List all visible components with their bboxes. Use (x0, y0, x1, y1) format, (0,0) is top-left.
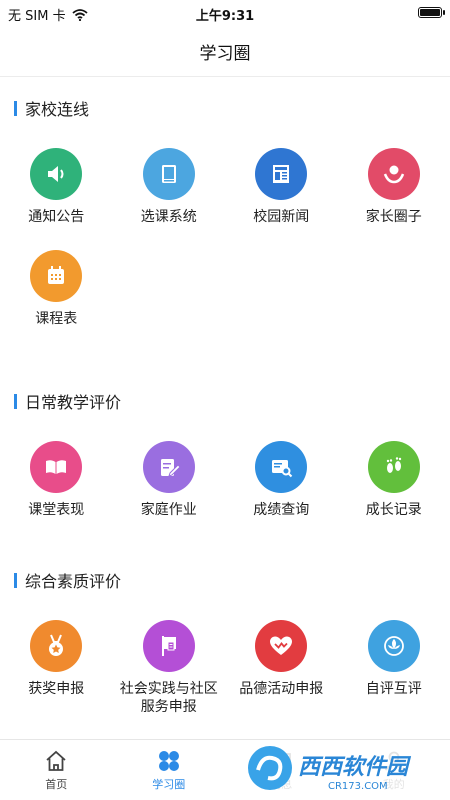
parent-icon (367, 148, 420, 200)
svg-text:CR173.COM: CR173.COM (328, 781, 388, 792)
grade-search-icon (255, 441, 308, 493)
section-1-grid: 通知公告 选课系统 校园新闻 家长圈子 课程表 (0, 148, 450, 328)
section-accent-bar (14, 100, 17, 116)
item-label: 社会实践与社区 服务申报 (120, 680, 218, 716)
watermark-logo: 西西软件园 CR173.COM (240, 742, 450, 794)
item-label: 获奖申报 (28, 681, 85, 697)
footprint-icon (367, 441, 420, 493)
section-accent-bar (14, 572, 17, 588)
lotus-icon (367, 620, 420, 672)
item-timetable[interactable]: 课程表 (0, 250, 113, 328)
heart-icon (255, 620, 308, 672)
section-title: 日常教学评价 (0, 389, 450, 413)
item-label: 课程表 (35, 311, 78, 327)
speaker-icon (30, 148, 83, 200)
tab-label: 学习圈 (152, 777, 186, 791)
item-award-application[interactable]: 获奖申报 (0, 620, 113, 716)
item-campus-news[interactable]: 校园新闻 (225, 148, 338, 226)
section-3-grid: 获奖申报 社会实践与社区 服务申报 品德活动申报 自评互评 (0, 620, 450, 716)
section-home-school: 家校连线 (0, 96, 450, 120)
nav-bar: 学习圈 (0, 26, 450, 77)
item-self-peer-review[interactable]: 自评互评 (338, 620, 450, 716)
item-social-practice[interactable]: 社会实践与社区 服务申报 (113, 620, 226, 716)
homework-icon (142, 441, 195, 493)
battery-fill (420, 9, 440, 16)
tab-label: 首页 (45, 777, 68, 791)
section-title: 家校连线 (0, 96, 450, 120)
item-label: 课堂表现 (28, 502, 85, 518)
section-title: 综合素质评价 (0, 568, 450, 592)
item-label: 家长圈子 (365, 209, 422, 225)
item-notice[interactable]: 通知公告 (0, 148, 113, 226)
section-daily-evaluation: 日常教学评价 (0, 389, 450, 413)
item-parent-circle[interactable]: 家长圈子 (338, 148, 450, 226)
tab-study-circle[interactable]: 学习圈 (113, 740, 226, 800)
item-label: 自评互评 (365, 681, 422, 697)
item-label: 成长记录 (365, 502, 422, 518)
status-bar: 无 SIM 卡 上午9:31 (0, 0, 450, 26)
section-title-text: 日常教学评价 (25, 393, 122, 412)
tab-home[interactable]: 首页 (0, 740, 113, 800)
item-label: 成绩查询 (253, 502, 310, 518)
open-book-icon (30, 441, 83, 493)
medal-icon (30, 620, 83, 672)
section-comprehensive-evaluation: 综合素质评价 (0, 568, 450, 592)
home-icon (46, 750, 66, 771)
page-title: 学习圈 (199, 43, 251, 64)
item-label: 品德活动申报 (239, 681, 324, 697)
battery-icon (418, 7, 445, 18)
item-label-line-1: 社会实践与社区 (119, 681, 218, 697)
clover-icon (158, 750, 179, 771)
section-title-text: 家校连线 (25, 100, 90, 119)
item-label-line-2: 服务申报 (140, 699, 197, 715)
item-moral-activity[interactable]: 品德活动申报 (225, 620, 338, 716)
item-class-performance[interactable]: 课堂表现 (0, 441, 113, 519)
item-grade-query[interactable]: 成绩查询 (225, 441, 338, 519)
svg-text:西西软件园: 西西软件园 (298, 755, 412, 780)
item-label: 家庭作业 (140, 502, 197, 518)
section-title-text: 综合素质评价 (25, 572, 122, 591)
item-course-selection[interactable]: 选课系统 (113, 148, 226, 226)
calendar-icon (30, 250, 83, 302)
item-label: 校园新闻 (253, 209, 310, 225)
item-label: 选课系统 (140, 209, 197, 225)
item-growth-record[interactable]: 成长记录 (338, 441, 450, 519)
status-time: 上午9:31 (195, 9, 255, 24)
item-homework[interactable]: 家庭作业 (113, 441, 226, 519)
section-2-grid: 课堂表现 家庭作业 成绩查询 成长记录 (0, 441, 450, 519)
item-label: 通知公告 (28, 209, 85, 225)
flag-icon (142, 620, 195, 672)
book-icon (142, 148, 195, 200)
section-accent-bar (14, 393, 17, 409)
news-icon (255, 148, 308, 200)
